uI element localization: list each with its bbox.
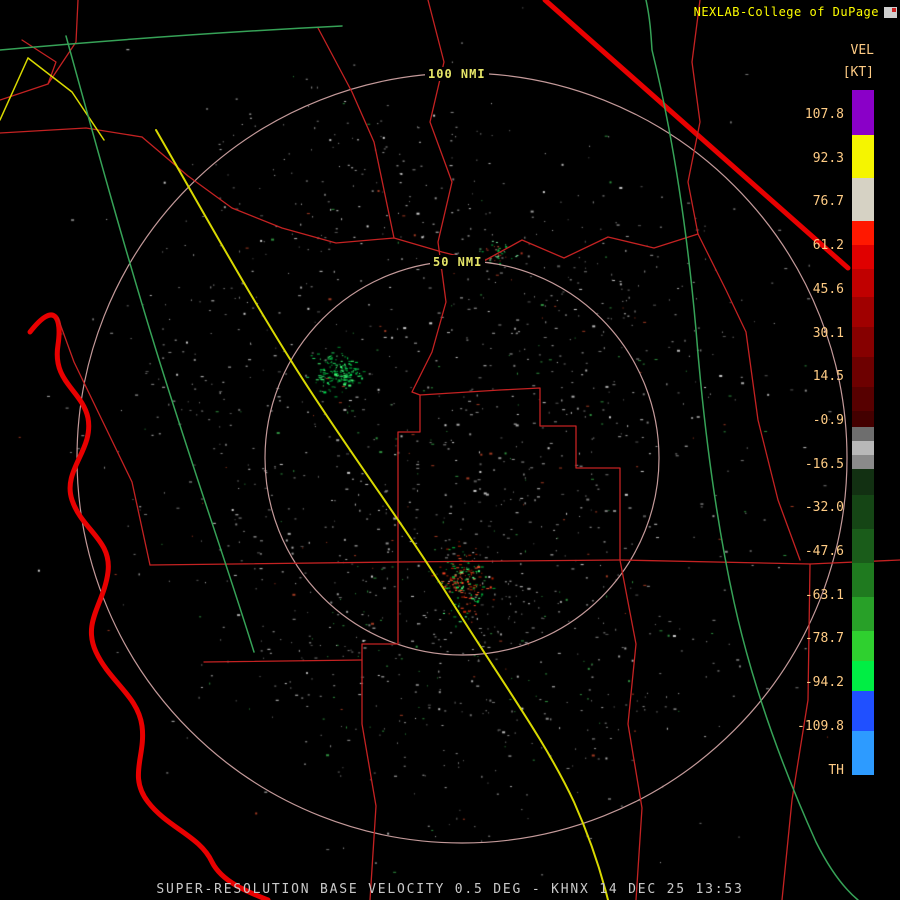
colorbar-tick-label: 45.6 (812, 281, 844, 297)
county-boundary-line (619, 559, 643, 900)
colorbar-segment (852, 469, 874, 495)
colorbar-segment (852, 563, 874, 597)
colorbar-tick-labels: 107.8 92.3 76.7 61.2 45.6 30.1 14.5 -0.9 -16.5 -3… (774, 0, 844, 900)
colorbar-tick-label: -47.6 (804, 544, 844, 559)
colorbar-segment (852, 495, 874, 529)
county-boundary-line (0, 127, 143, 138)
highway-yellow-line (155, 129, 609, 900)
county-boundary-line (57, 317, 151, 566)
colorbar-segment (852, 221, 874, 245)
county-boundary-line (0, 0, 79, 101)
colorbar-segment (852, 731, 874, 775)
colorbar-segment (852, 357, 874, 387)
colorbar-tick-label: -78.7 (804, 631, 844, 647)
colorbar-segment (852, 269, 874, 297)
county-boundary-line (141, 136, 699, 263)
range-ring-circle (264, 260, 660, 656)
colorbar-title-units: VEL (850, 43, 874, 58)
colorbar-tick-label: 107.8 (804, 107, 844, 122)
colorbar-segment (852, 529, 874, 563)
colorbar-tick-label: TH (828, 762, 844, 778)
colorbar-title-unit-symbol: [KT] (842, 65, 874, 81)
range-ring-label-50: 50 NMI (430, 255, 486, 269)
highway-green-line (0, 25, 343, 51)
colorbar-segment (852, 245, 874, 269)
colorbar-tick-label: -94.2 (804, 675, 844, 691)
county-boundary-line (203, 659, 363, 663)
county-boundary-line (317, 27, 395, 239)
colorbar-segment (852, 631, 874, 661)
colorbar-segment (852, 387, 874, 411)
colorbar-tick-label: -0.9 (812, 412, 844, 428)
colorbar-segment (852, 135, 874, 178)
colorbar-segment (852, 427, 874, 441)
colorbar-segment (852, 411, 874, 427)
product-caption: SUPER-RESOLUTION BASE VELOCITY 0.5 DEG -… (156, 882, 744, 897)
colorbar-tick-label: 30.1 (812, 325, 844, 341)
colorbar-segment (852, 327, 874, 357)
colorbar-segment (852, 597, 874, 631)
range-ring-label-100: 100 NMI (425, 67, 489, 81)
highway-yellow-line (27, 57, 105, 141)
highway-yellow-line (0, 57, 29, 121)
colorbar-tick-label: 61.2 (812, 238, 844, 254)
colorbar-segment (852, 441, 874, 455)
colorbar-tick-label: 14.5 (812, 369, 844, 385)
colorbar-segment (852, 691, 874, 731)
colorbar-segment (852, 178, 874, 221)
range-ring-circle (76, 72, 848, 844)
colorbar-tick-label: -16.5 (804, 456, 844, 472)
colorbar-segment (852, 455, 874, 469)
colorbar-segment (852, 661, 874, 691)
state-boundary-line (27, 312, 271, 900)
county-boundary-line (687, 0, 701, 235)
county-boundary-line (411, 0, 453, 396)
colorbar-segment (852, 297, 874, 327)
colorbar-title: VEL [KT] (843, 40, 874, 84)
colorbar-tick-label: 92.3 (812, 150, 844, 166)
colorbar-segment (852, 90, 874, 135)
colorbar-tick-label: -32.0 (804, 500, 844, 516)
velocity-colorbar (852, 90, 874, 775)
county-boundary-line (397, 389, 501, 563)
colorbar-tick-label: 76.7 (812, 194, 844, 210)
map-overlay-svg (0, 0, 900, 900)
county-boundary-line (499, 387, 621, 561)
radar-display: 100 NMI 50 NMI NEXLAB-College of DuPage … (0, 0, 900, 900)
colorbar-tick-label: -109.8 (797, 718, 844, 734)
county-boundary-line (149, 561, 399, 566)
nexlab-logo-icon (884, 6, 897, 18)
colorbar-tick-label: -63.1 (804, 587, 844, 603)
county-boundary-line (361, 561, 399, 900)
county-boundary-line (397, 559, 621, 563)
